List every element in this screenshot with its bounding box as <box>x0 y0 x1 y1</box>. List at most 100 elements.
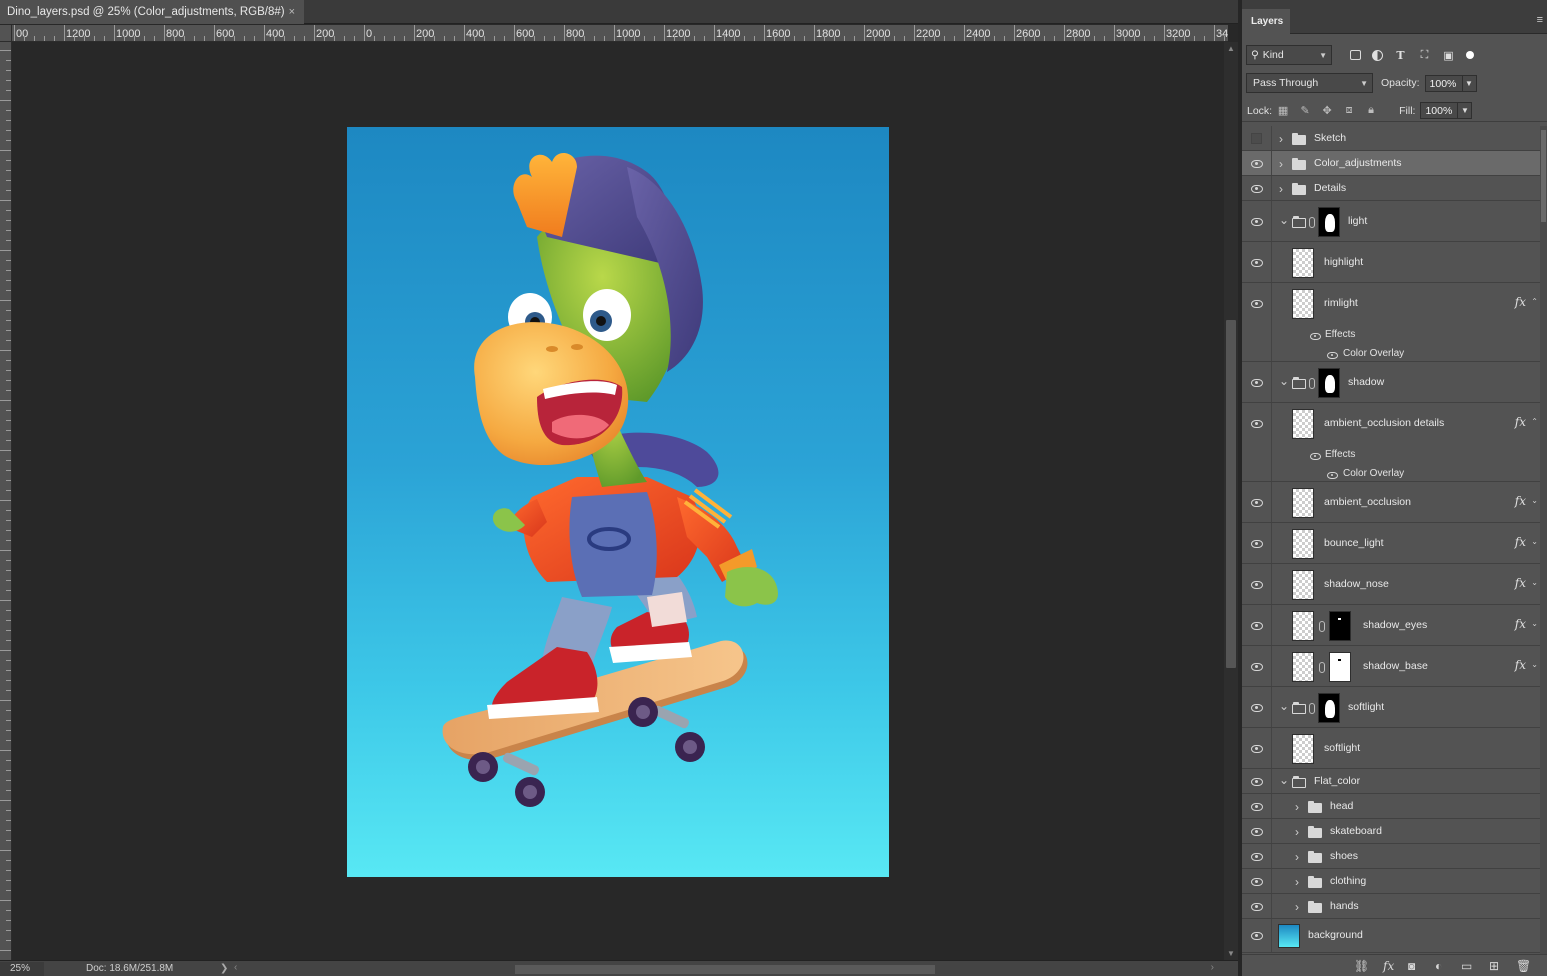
lock-position-icon[interactable]: ✥ <box>1321 105 1333 117</box>
eye-icon[interactable] <box>1251 419 1263 428</box>
horizontal-scrollbar[interactable]: ‹ › <box>232 962 1222 975</box>
layer-row[interactable]: background <box>1242 919 1540 953</box>
chevron-right-icon[interactable]: › <box>1279 132 1283 146</box>
layer-mask-thumbnail[interactable] <box>1318 692 1340 723</box>
chevron-right-icon[interactable]: › <box>1279 157 1283 171</box>
layer-effects-icon[interactable]: fx <box>1515 535 1526 549</box>
eye-icon[interactable] <box>1251 802 1263 811</box>
opacity-field[interactable]: 100% <box>1424 74 1463 92</box>
layer-row[interactable]: shadow_eyes fx ⌄ <box>1242 605 1540 646</box>
vertical-scroll-thumb[interactable] <box>1226 320 1236 668</box>
lock-transparent-pixels-icon[interactable]: ▦ <box>1277 105 1289 117</box>
filter-kind-select[interactable]: ⚲ Kind ▼ <box>1246 45 1332 65</box>
layer-row[interactable]: › clothing <box>1242 869 1540 894</box>
close-icon[interactable]: × <box>289 6 295 18</box>
layer-row[interactable]: ⌄ light <box>1242 201 1540 242</box>
zoom-level-field[interactable]: 25% <box>0 961 44 976</box>
panel-menu-icon[interactable]: ≡ <box>1537 14 1543 26</box>
link-icon[interactable] <box>1319 661 1325 673</box>
layer-row[interactable]: › Details <box>1242 176 1540 201</box>
link-icon[interactable] <box>1309 216 1315 228</box>
eye-icon[interactable] <box>1251 299 1263 308</box>
horizontal-scroll-thumb[interactable] <box>515 965 935 974</box>
adjustment-layer-icon[interactable]: ◐ <box>1435 959 1442 973</box>
layer-row[interactable]: › hands <box>1242 894 1540 919</box>
smart-object-filter-icon[interactable]: ▣ <box>1442 49 1455 62</box>
eye-icon[interactable] <box>1310 333 1321 340</box>
ruler-origin[interactable] <box>0 25 12 42</box>
new-group-icon[interactable]: ▭ <box>1461 959 1472 973</box>
scroll-left-icon[interactable]: ‹ <box>234 962 237 973</box>
chevron-down-icon[interactable]: ⌄ <box>1279 374 1289 388</box>
chevron-right-icon[interactable]: › <box>1295 800 1299 814</box>
chevron-down-icon[interactable]: ⌄ <box>1531 578 1538 587</box>
eye-icon[interactable] <box>1251 932 1263 940</box>
layer-mask-thumbnail[interactable] <box>1329 610 1351 641</box>
eye-icon[interactable] <box>1251 777 1263 786</box>
chevron-right-icon[interactable]: › <box>1295 825 1299 839</box>
layer-row[interactable]: ⌄ shadow <box>1242 362 1540 403</box>
link-icon[interactable] <box>1309 377 1315 389</box>
eye-icon[interactable] <box>1327 352 1338 359</box>
chevron-down-icon[interactable]: ⌄ <box>1279 773 1289 787</box>
lock-all-icon[interactable]: 🔒︎ <box>1365 104 1377 117</box>
adjustment-filter-icon[interactable] <box>1372 49 1383 61</box>
eye-icon[interactable] <box>1251 184 1263 193</box>
link-layers-icon[interactable]: ⛓ <box>1354 959 1369 973</box>
eye-icon[interactable] <box>1251 159 1263 168</box>
layer-row[interactable]: › shoes <box>1242 844 1540 869</box>
delete-layer-icon[interactable]: 🗑︎ <box>1516 959 1531 973</box>
visibility-off-icon[interactable] <box>1251 132 1262 144</box>
link-icon[interactable] <box>1309 702 1315 714</box>
eye-icon[interactable] <box>1251 902 1263 911</box>
layer-row[interactable]: bounce_light fx ⌄ <box>1242 523 1540 564</box>
eye-icon[interactable] <box>1251 662 1263 671</box>
chevron-up-icon[interactable]: ⌃ <box>1531 297 1538 306</box>
lock-image-pixels-icon[interactable]: ✎ <box>1299 105 1311 117</box>
fill-field[interactable]: 100% <box>1420 102 1459 119</box>
chevron-down-icon[interactable]: ⌄ <box>1531 619 1538 628</box>
layer-row[interactable]: highlight <box>1242 242 1540 283</box>
chevron-up-icon[interactable]: ⌃ <box>1531 417 1538 426</box>
eye-icon[interactable] <box>1310 453 1321 460</box>
status-menu-arrow-icon[interactable]: ❯ <box>220 963 232 974</box>
layer-effects-icon[interactable]: fx <box>1515 494 1526 508</box>
chevron-right-icon[interactable]: › <box>1279 182 1283 196</box>
layer-row[interactable]: › Sketch <box>1242 126 1540 151</box>
eye-icon[interactable] <box>1251 827 1263 836</box>
layer-row[interactable]: › Color_adjustments <box>1242 151 1540 176</box>
vertical-scrollbar[interactable]: ▲ ▼ <box>1224 42 1238 960</box>
document-tab[interactable]: Dino_layers.psd @ 25% (Color_adjustments… <box>0 0 304 24</box>
layer-row[interactable]: shadow_nose fx ⌄ <box>1242 564 1540 605</box>
layer-row[interactable]: ambient_occlusion fx ⌄ <box>1242 482 1540 523</box>
scroll-up-icon[interactable]: ▲ <box>1227 44 1235 53</box>
layer-effects-icon[interactable]: fx <box>1515 617 1526 631</box>
chevron-down-icon[interactable]: ⌄ <box>1531 496 1538 505</box>
link-icon[interactable] <box>1319 620 1325 632</box>
canvas-viewport[interactable] <box>13 43 1223 960</box>
chevron-right-icon[interactable]: › <box>1295 900 1299 914</box>
filter-toggle-icon[interactable] <box>1466 51 1474 59</box>
chevron-right-icon[interactable]: › <box>1295 850 1299 864</box>
layer-row[interactable]: › skateboard <box>1242 819 1540 844</box>
layer-row[interactable]: › head <box>1242 794 1540 819</box>
layer-mask-thumbnail[interactable] <box>1318 367 1340 398</box>
eye-icon[interactable] <box>1251 217 1263 226</box>
add-layer-style-icon[interactable]: fx <box>1383 959 1394 973</box>
layers-tab[interactable]: Layers <box>1242 9 1290 34</box>
layer-effects-icon[interactable]: fx <box>1515 415 1526 429</box>
chevron-right-icon[interactable]: › <box>1295 875 1299 889</box>
layer-row[interactable]: ⌄ Flat_color <box>1242 769 1540 794</box>
fill-dropdown-icon[interactable]: ▼ <box>1458 102 1473 119</box>
scroll-down-icon[interactable]: ▼ <box>1227 949 1235 958</box>
add-mask-icon[interactable]: ◙ <box>1408 959 1415 973</box>
chevron-down-icon[interactable]: ⌄ <box>1531 660 1538 669</box>
layer-row[interactable]: shadow_base fx ⌄ <box>1242 646 1540 687</box>
type-filter-icon[interactable]: T <box>1394 49 1407 62</box>
eye-icon[interactable] <box>1251 498 1263 507</box>
image-filter-icon[interactable] <box>1350 50 1361 60</box>
eye-icon[interactable] <box>1251 378 1263 387</box>
lock-artboard-icon[interactable]: ⧈ <box>1343 104 1355 117</box>
scroll-right-icon[interactable]: › <box>1211 962 1214 973</box>
layer-row[interactable]: rimlight fx ⌃ Effects Color Overlay <box>1242 283 1540 362</box>
